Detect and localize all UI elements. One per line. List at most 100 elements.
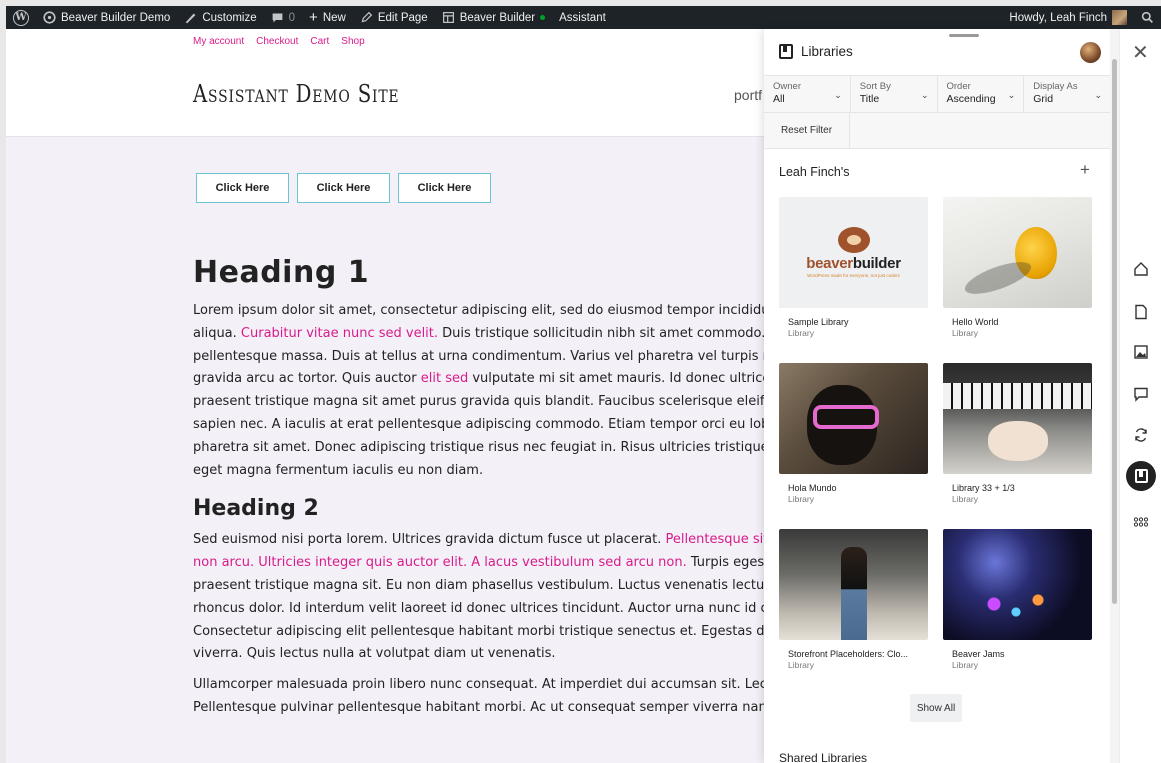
filter-bar: Owner All ⌄ Sort By Title ⌄ Order Ascend… bbox=[764, 75, 1110, 113]
heading-1: Heading 1 bbox=[193, 255, 370, 290]
apps-button[interactable] bbox=[1132, 513, 1150, 531]
wordpress-logo-button[interactable]: W bbox=[6, 6, 36, 29]
comment-bubble-icon bbox=[272, 13, 283, 23]
library-type: Library bbox=[952, 494, 978, 504]
chevron-down-icon: ⌄ bbox=[920, 90, 929, 100]
site-name-link[interactable]: Beaver Builder Demo bbox=[36, 6, 177, 29]
site-title[interactable]: Assistant Demo Site bbox=[193, 80, 399, 108]
library-type: Library bbox=[788, 494, 814, 504]
new-label: New bbox=[322, 11, 346, 24]
comments-button[interactable] bbox=[1132, 385, 1150, 403]
top-nav: My account Checkout Cart Shop bbox=[193, 36, 365, 47]
comments-link[interactable]: 0 bbox=[264, 6, 302, 29]
library-type: Library bbox=[952, 328, 978, 338]
library-type: Library bbox=[952, 660, 978, 670]
library-name: Library 33 + 1/3 bbox=[952, 483, 1015, 493]
click-here-button-3[interactable]: Click Here bbox=[398, 173, 491, 203]
click-here-button-1[interactable]: Click Here bbox=[196, 173, 289, 203]
add-library-button[interactable]: + bbox=[1080, 160, 1090, 180]
paragraph-text: aliqua. bbox=[193, 325, 241, 341]
edit-page-label: Edit Page bbox=[377, 11, 428, 24]
paragraph-text: eget magna fermentum iaculis eu non diam… bbox=[193, 462, 484, 478]
reset-filter-button[interactable]: Reset Filter bbox=[764, 113, 850, 148]
layout-icon bbox=[442, 12, 454, 23]
scrollbar-thumb[interactable] bbox=[1112, 59, 1117, 604]
close-button[interactable]: ✕ bbox=[1132, 40, 1149, 65]
library-name: Hello World bbox=[952, 317, 999, 327]
updates-button[interactable] bbox=[1132, 426, 1150, 444]
customize-label: Customize bbox=[202, 11, 257, 24]
library-card[interactable]: Beaver Jams Library bbox=[943, 529, 1092, 695]
paragraph-text: sapien nec. A iaculis at erat pellentesq… bbox=[193, 416, 778, 432]
libraries-panel: Libraries Owner All ⌄ Sort By Title ⌄ Or… bbox=[764, 29, 1119, 763]
drag-handle[interactable] bbox=[949, 34, 979, 37]
search-button[interactable] bbox=[1134, 6, 1161, 29]
libraries-icon bbox=[779, 44, 793, 59]
paragraph-text: pharetra sit amet. Donec adipiscing tris… bbox=[193, 439, 779, 455]
refresh-icon bbox=[1135, 428, 1147, 442]
howdy-label: Howdy, Leah Finch bbox=[1009, 11, 1107, 24]
wordmark-part1: beaver bbox=[806, 255, 853, 272]
paragraph-1: Lorem ipsum dolor sit amet, consectetur … bbox=[193, 300, 793, 482]
show-all-button[interactable]: Show All bbox=[910, 694, 962, 722]
assistant-rail: ✕ bbox=[1119, 29, 1161, 763]
account-menu[interactable]: Howdy, Leah Finch bbox=[1002, 6, 1134, 29]
click-here-button-2[interactable]: Click Here bbox=[297, 173, 390, 203]
paragraph-text: pellentesque massa. Duis at tellus at ur… bbox=[193, 348, 771, 364]
library-thumbnail: beaverbuilder WordPress made for everyon… bbox=[779, 197, 928, 308]
library-thumbnail bbox=[779, 529, 928, 640]
paragraph-2: Sed euismod nisi porta lorem. Ultrices g… bbox=[193, 529, 793, 666]
home-button[interactable] bbox=[1132, 260, 1150, 278]
nav-portfolio-partial[interactable]: portf bbox=[734, 87, 762, 103]
document-icon bbox=[1135, 304, 1147, 320]
panel-title: Libraries bbox=[801, 44, 853, 59]
order-filter[interactable]: Order Ascending ⌄ bbox=[938, 76, 1025, 112]
inline-link[interactable]: Curabitur vitae nunc sed velit. bbox=[241, 326, 438, 341]
library-card[interactable]: Hola Mundo Library bbox=[779, 363, 928, 529]
beaver-logo-icon bbox=[837, 227, 870, 253]
nav-my-account[interactable]: My account bbox=[193, 36, 244, 47]
nav-shop[interactable]: Shop bbox=[341, 36, 364, 47]
edit-page-link[interactable]: Edit Page bbox=[353, 6, 435, 29]
paragraph-text: Sed euismod nisi porta lorem. Ultrices g… bbox=[193, 532, 666, 548]
inline-link[interactable]: non arcu. Ultricies integer quis auctor … bbox=[193, 555, 687, 570]
nav-cart[interactable]: Cart bbox=[310, 36, 329, 47]
wordpress-icon: W bbox=[13, 9, 29, 26]
library-thumbnail bbox=[943, 197, 1092, 308]
panel-scrollbar[interactable] bbox=[1110, 29, 1119, 763]
beaver-builder-link[interactable]: Beaver Builder bbox=[435, 6, 552, 29]
content-button[interactable] bbox=[1132, 303, 1150, 321]
library-card[interactable]: Storefront Placeholders: Clo... Library bbox=[779, 529, 928, 695]
media-button[interactable] bbox=[1132, 343, 1150, 361]
wordmark-tagline: WordPress made for everyone, not just co… bbox=[807, 273, 900, 278]
chevron-down-icon: ⌄ bbox=[1094, 90, 1102, 100]
library-card[interactable]: beaverbuilder WordPress made for everyon… bbox=[779, 197, 928, 363]
admin-bar: W Beaver Builder Demo Customize 0 + New … bbox=[6, 6, 1161, 29]
nav-checkout[interactable]: Checkout bbox=[256, 36, 298, 47]
paragraph-text: Ullamcorper malesuada proin libero nunc … bbox=[193, 677, 767, 693]
inline-link[interactable]: Pellentesque sit bbox=[666, 532, 769, 547]
inline-link[interactable]: elit sed bbox=[421, 371, 468, 386]
display-as-filter[interactable]: Display As Grid ⌄ bbox=[1024, 76, 1110, 112]
search-icon bbox=[1141, 11, 1153, 23]
paragraph-3: Ullamcorper malesuada proin libero nunc … bbox=[193, 674, 793, 720]
owner-filter[interactable]: Owner All ⌄ bbox=[764, 76, 851, 112]
beaverbuilder-wordmark: beaverbuilder bbox=[806, 255, 901, 272]
brush-icon bbox=[185, 13, 196, 24]
user-avatar[interactable] bbox=[1080, 42, 1101, 63]
wordmark-part2: builder bbox=[852, 255, 901, 272]
assistant-link[interactable]: Assistant bbox=[552, 6, 613, 29]
library-card[interactable]: Hello World Library bbox=[943, 197, 1092, 363]
reset-row: Reset Filter bbox=[764, 113, 1110, 149]
new-content-link[interactable]: + New bbox=[302, 6, 353, 29]
library-card[interactable]: Library 33 + 1/3 Library bbox=[943, 363, 1092, 529]
page-content: Heading 1 Lorem ipsum dolor sit amet, co… bbox=[193, 255, 793, 720]
image-icon bbox=[1134, 345, 1148, 359]
sort-by-filter[interactable]: Sort By Title ⌄ bbox=[851, 76, 938, 112]
paragraph-text: Lorem ipsum dolor sit amet, consectetur … bbox=[193, 303, 770, 318]
pencil-icon bbox=[361, 11, 373, 23]
libraries-button[interactable] bbox=[1126, 461, 1156, 491]
customize-link[interactable]: Customize bbox=[177, 6, 263, 29]
paragraph-text: praesent tristique magna sit. Eu non dia… bbox=[193, 577, 771, 593]
chevron-down-icon: ⌄ bbox=[834, 90, 842, 100]
